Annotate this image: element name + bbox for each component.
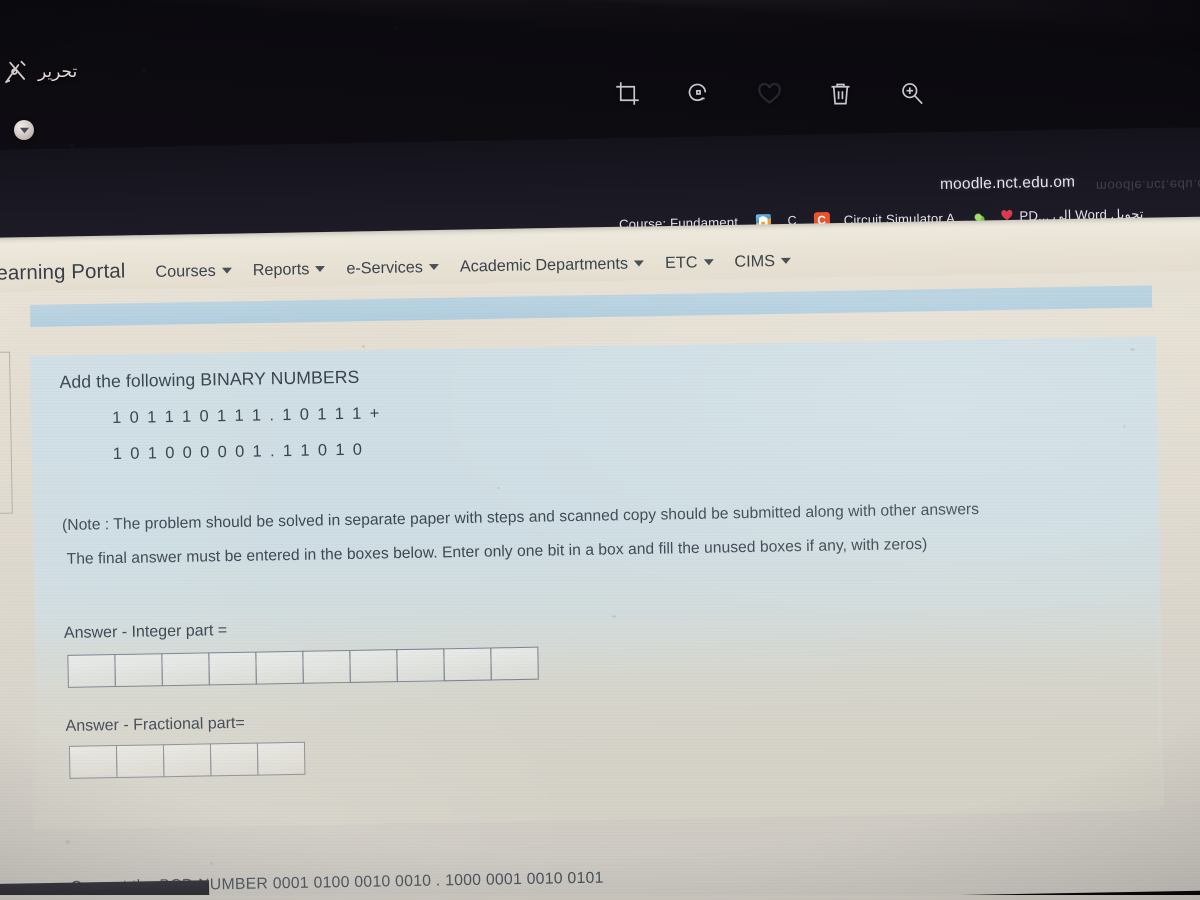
integer-part-label: Answer - Integer part =: [63, 622, 228, 642]
note-line-1: (Note : The problem should be solved in …: [61, 500, 980, 534]
address-bar-reflection: moodle.nct.edu.om: [1095, 176, 1200, 194]
chevron-down-icon: [780, 257, 791, 264]
chevron-down-icon: [428, 263, 439, 270]
answer-box[interactable]: [302, 649, 351, 684]
nav-label: Courses: [155, 261, 216, 281]
nav-label: Academic Departments: [459, 254, 629, 276]
fractional-part-label: Answer - Fractional part=: [65, 714, 245, 735]
binary-operand-2: 1 0 1 0 0 0 0 0 1 . 1 1 0 1 0: [112, 440, 364, 464]
zoom-in-icon[interactable]: [890, 72, 932, 114]
nav-label: Reports: [252, 260, 310, 280]
screenshot-root: تحرير moodle.nct.edu.om moodle.nct.edu.o…: [0, 0, 1200, 900]
answer-box[interactable]: [208, 651, 257, 686]
chevron-down-icon: [703, 258, 714, 265]
answer-box[interactable]: [443, 647, 492, 682]
answer-box[interactable]: [349, 649, 398, 683]
question-title: Add the following BINARY NUMBERS: [59, 366, 360, 392]
brush-pen-icon: [2, 58, 30, 86]
nav-item-courses[interactable]: Courses: [155, 262, 232, 282]
chevron-down-icon: [221, 267, 232, 274]
answer-box[interactable]: [161, 652, 210, 687]
note-line-2: The final answer must be entered in the …: [66, 535, 928, 568]
favorite-icon[interactable]: [748, 72, 790, 114]
address-bar-url[interactable]: moodle.nct.edu.om: [940, 174, 1076, 194]
delete-icon[interactable]: [819, 72, 861, 114]
answer-box[interactable]: [68, 745, 118, 779]
nav-item-academic-departments[interactable]: Academic Departments: [460, 254, 645, 276]
photo-edit-control[interactable]: تحرير: [2, 58, 77, 86]
integer-answer-boxes: [67, 646, 539, 688]
answer-box[interactable]: [490, 646, 539, 681]
edit-label: تحرير: [38, 62, 78, 81]
answer-box[interactable]: [162, 743, 212, 778]
photo-badge-button[interactable]: [14, 120, 34, 140]
answer-box[interactable]: [114, 653, 163, 688]
answer-box[interactable]: [255, 650, 304, 685]
nav-item-reports[interactable]: Reports: [253, 260, 326, 280]
rotate-icon[interactable]: [677, 72, 719, 114]
photo-toolbar: [600, 72, 940, 116]
binary-operand-1: 1 0 1 1 1 0 1 1 1 . 1 0 1 1 1 +: [112, 404, 382, 428]
site-brand[interactable]: -Learning Portal: [0, 259, 126, 286]
chevron-down-icon: [634, 259, 645, 267]
nav-item-e-services[interactable]: e-Services: [346, 258, 439, 279]
nav-label: e-Services: [346, 258, 424, 278]
answer-box[interactable]: [67, 654, 116, 688]
nav-label: CIMS: [734, 252, 776, 271]
fractional-answer-boxes: [68, 741, 306, 779]
answer-box[interactable]: [115, 744, 165, 779]
answer-box[interactable]: [256, 741, 306, 776]
crop-icon[interactable]: [606, 72, 648, 114]
chevron-down-icon: [19, 127, 29, 133]
screen-bottom-edge: [0, 895, 1200, 900]
answer-box[interactable]: [396, 648, 445, 683]
nav-label: ETC: [664, 253, 698, 273]
question-content: Add the following BINARY NUMBERS 1 0 1 1…: [0, 271, 1200, 900]
chevron-down-icon: [315, 265, 326, 272]
nav-item-cims[interactable]: CIMS: [734, 252, 791, 272]
answer-box[interactable]: [209, 742, 259, 777]
nav-item-etc[interactable]: ETC: [665, 253, 714, 273]
